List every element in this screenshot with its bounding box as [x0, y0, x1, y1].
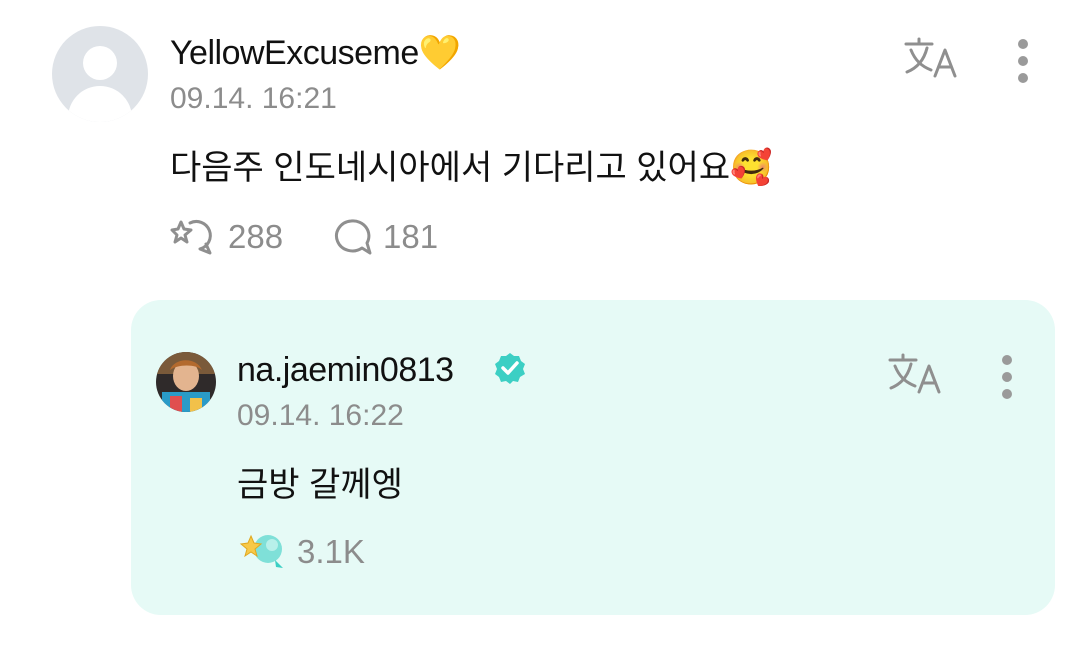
translate-icon[interactable]	[887, 352, 943, 396]
comment-reply-count[interactable]: 181	[383, 218, 438, 256]
avatar-body-shape	[68, 86, 132, 122]
reply-username[interactable]: na.jaemin0813	[237, 351, 454, 390]
reply-card: na.jaemin0813 09.14. 16:22 금방 갈께엥 3.1K	[131, 300, 1055, 615]
comment: YellowExcuseme💛 09.14. 16:21 다음주 인도네시아에서…	[0, 0, 1080, 290]
more-vertical-icon[interactable]	[1018, 39, 1030, 90]
reply-timestamp: 09.14. 16:22	[237, 399, 404, 432]
translate-icon[interactable]	[903, 36, 959, 80]
comment-like-count: 288	[228, 218, 284, 255]
verified-badge-icon	[495, 353, 525, 384]
comment-username[interactable]: YellowExcuseme💛	[170, 33, 461, 73]
avatar-head-shape	[83, 46, 117, 80]
user-avatar-photo[interactable]	[156, 352, 216, 412]
reply-text: 금방 갈께엥	[237, 466, 403, 504]
sparkle-bubble-filled-icon[interactable]	[239, 530, 287, 572]
default-avatar[interactable]	[52, 26, 148, 122]
sparkle-bubble-icon[interactable]	[170, 217, 218, 257]
more-vertical-icon[interactable]	[1002, 355, 1014, 406]
comment-text: 다음주 인도네시아에서 기다리고 있어요🥰	[170, 149, 773, 187]
comment-bubble-icon[interactable]	[330, 217, 374, 257]
reply-like-count: 3.1K	[297, 533, 365, 570]
comment-timestamp: 09.14. 16:21	[170, 82, 337, 115]
